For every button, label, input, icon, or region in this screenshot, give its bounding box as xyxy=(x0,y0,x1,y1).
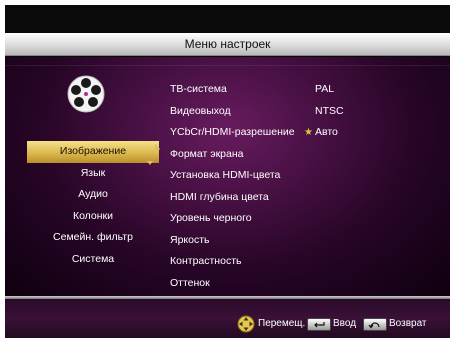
category-item-speakers[interactable]: Колонки xyxy=(27,206,159,228)
title-bar: Меню настроек xyxy=(5,33,450,56)
option-video-output[interactable]: Видеовыход NTSC xyxy=(170,101,440,123)
option-label: ТВ-система xyxy=(170,83,227,95)
move-hint: Перемещ. xyxy=(258,318,306,329)
category-item-parental[interactable]: Семейн. фильтр xyxy=(27,227,159,249)
panel-divider xyxy=(5,65,450,66)
option-brightness[interactable]: Яркость xyxy=(170,230,440,252)
return-key-icon xyxy=(363,318,387,331)
option-label: YCbCr/HDMI-разрешение xyxy=(170,126,295,138)
enter-hint: Ввод xyxy=(333,318,357,329)
option-label: Установка HDMI-цвета xyxy=(170,169,281,181)
option-hdmi-color[interactable]: Установка HDMI-цвета xyxy=(170,165,440,187)
category-item-image[interactable]: Изображение xyxy=(27,141,159,163)
option-value: PAL xyxy=(315,83,335,95)
option-label: Уровень черного xyxy=(170,212,252,224)
option-contrast[interactable]: Контрастность xyxy=(170,251,440,273)
option-hdmi-depth[interactable]: HDMI глубина цвета xyxy=(170,187,440,209)
option-hue[interactable]: Оттенок xyxy=(170,273,440,295)
enter-key-icon xyxy=(307,318,331,331)
star-icon: ★ xyxy=(304,127,313,138)
tv-screen: Меню настроек Изображение Язык Аудио Кол… xyxy=(5,5,450,338)
option-value: Авто xyxy=(315,126,338,138)
option-tv-system[interactable]: ТВ-система PAL xyxy=(170,79,440,101)
option-list: ТВ-система PAL Видеовыход NTSC YCbCr/HDM… xyxy=(170,79,440,294)
option-black-level[interactable]: Уровень черного xyxy=(170,208,440,230)
scroll-down-icon xyxy=(147,161,153,165)
option-label: Формат экрана xyxy=(170,147,244,160)
option-label: Контрастность xyxy=(170,255,242,267)
film-reel-icon xyxy=(67,75,105,113)
return-hint: Возврат xyxy=(389,318,427,329)
page-title: Меню настроек xyxy=(184,37,271,51)
option-label: Оттенок xyxy=(170,276,210,289)
option-hdmi-resolution[interactable]: YCbCr/HDMI-разрешение ★ Авто xyxy=(170,122,440,144)
option-label: Видеовыход xyxy=(170,104,231,117)
category-item-audio[interactable]: Аудио xyxy=(27,184,159,206)
option-screen-format[interactable]: Формат экрана xyxy=(170,144,440,166)
category-item-language[interactable]: Язык xyxy=(27,163,159,185)
option-value: NTSC xyxy=(315,104,344,117)
category-item-system[interactable]: Система xyxy=(27,249,159,271)
category-menu: Изображение Язык Аудио Колонки Семейн. ф… xyxy=(27,141,159,270)
dpad-icon xyxy=(237,315,255,333)
option-label: HDMI глубина цвета xyxy=(170,190,269,203)
selection-arrow-icon xyxy=(155,144,160,154)
option-label: Яркость xyxy=(170,233,210,246)
